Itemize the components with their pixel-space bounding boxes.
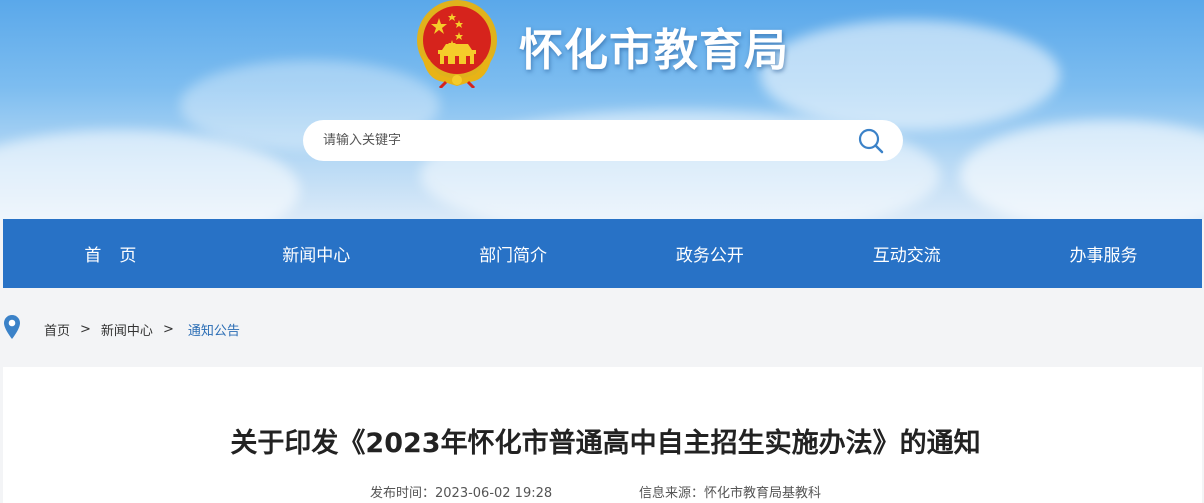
article-title: 关于印发《2023年怀化市普通高中自主招生实施办法》的通知 bbox=[230, 428, 981, 459]
article-card: 关于印发《2023年怀化市普通高中自主招生实施办法》的通知 发布时间：2023-… bbox=[3, 367, 1202, 503]
site-title: 怀化市教育局 bbox=[519, 25, 789, 76]
nav-item-services[interactable]: 办事服务 bbox=[1005, 219, 1202, 288]
main-nav: 首页 新闻中心 部门简介 政务公开 互动交流 办事服务 bbox=[3, 219, 1202, 288]
breadcrumb: 首页 > 新闻中心 > 通知公告 bbox=[0, 312, 600, 346]
location-pin-icon bbox=[4, 315, 20, 339]
breadcrumb-home[interactable]: 首页 bbox=[44, 320, 70, 339]
nav-item-government-affairs[interactable]: 政务公开 bbox=[611, 219, 808, 288]
breadcrumb-news-center[interactable]: 新闻中心 bbox=[101, 320, 153, 339]
search-input[interactable] bbox=[323, 133, 843, 148]
national-emblem-icon bbox=[417, 0, 497, 88]
nav-item-home[interactable]: 首页 bbox=[3, 219, 218, 288]
nav-item-department-intro[interactable]: 部门简介 bbox=[415, 219, 612, 288]
breadcrumb-separator: > bbox=[162, 321, 174, 337]
cloud-decoration bbox=[760, 20, 1060, 130]
cloud-decoration bbox=[960, 120, 1204, 219]
breadcrumb-notices[interactable]: 通知公告 bbox=[188, 320, 240, 339]
nav-item-news-center[interactable]: 新闻中心 bbox=[218, 219, 415, 288]
site-header: 怀化市教育局 bbox=[0, 0, 1204, 219]
publish-time: 发布时间：2023-06-02 19:28 bbox=[370, 486, 553, 501]
breadcrumb-separator: > bbox=[80, 321, 91, 337]
info-source: 信息来源：怀化市教育局基教科 bbox=[639, 486, 822, 501]
search-icon[interactable] bbox=[857, 127, 885, 155]
nav-item-interaction[interactable]: 互动交流 bbox=[808, 219, 1005, 288]
site-logo[interactable] bbox=[414, 0, 500, 88]
search-bar bbox=[303, 120, 903, 161]
